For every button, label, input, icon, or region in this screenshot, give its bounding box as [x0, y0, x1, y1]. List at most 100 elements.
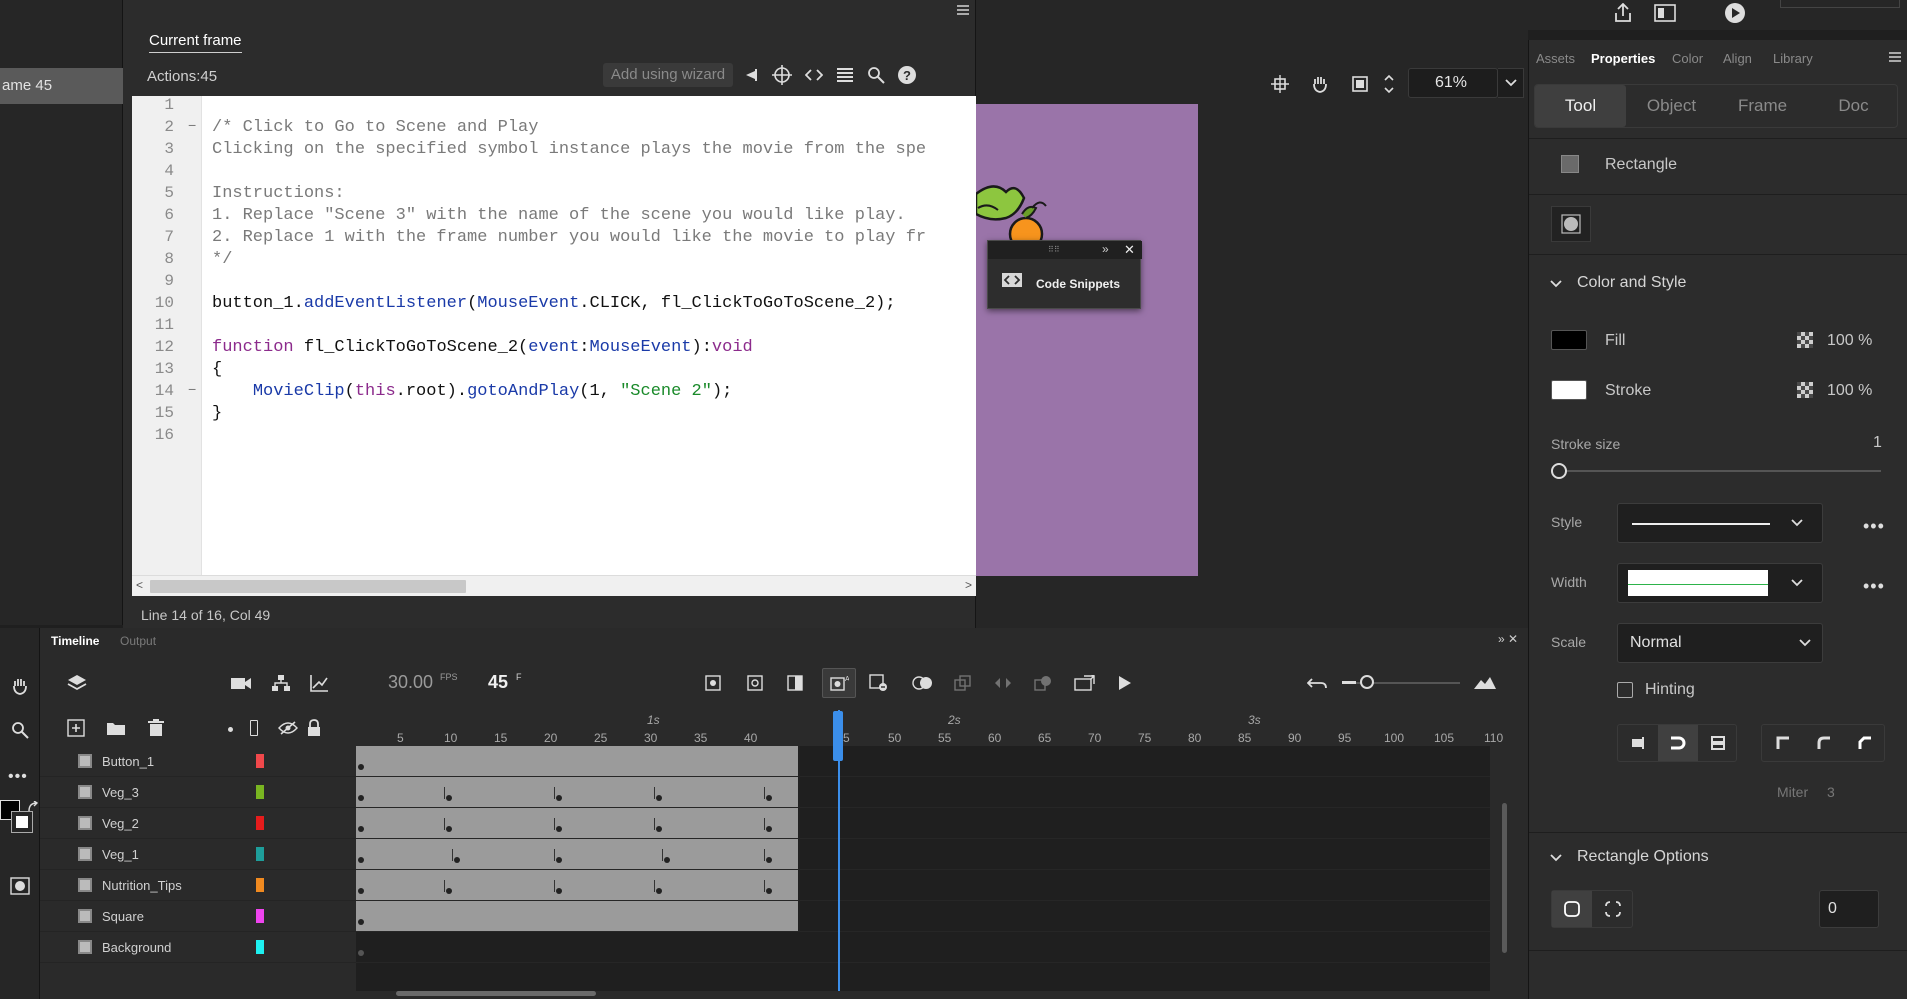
keyframe[interactable] [766, 888, 772, 894]
layer-row[interactable]: Veg_3 [40, 777, 356, 808]
snap-align-icon[interactable] [1268, 72, 1292, 96]
layer-row[interactable]: Veg_2 [40, 808, 356, 839]
onion-skin-icon[interactable] [6, 874, 34, 898]
expand-icon[interactable]: » [1102, 242, 1109, 256]
fill-color-swatch[interactable] [1551, 330, 1587, 350]
workspace-layout-icon[interactable] [1650, 0, 1680, 26]
hide-layers-eye-icon[interactable] [276, 718, 300, 738]
frame-row[interactable] [356, 870, 1490, 901]
loop-playback-icon[interactable] [1072, 672, 1098, 694]
keyframe[interactable] [446, 826, 452, 832]
clear-keyframe-icon[interactable] [866, 672, 892, 694]
frame-scale-slider-thumb[interactable] [1360, 675, 1374, 689]
timeline-horizontal-scrollbar[interactable] [396, 991, 596, 996]
format-code-icon[interactable] [832, 63, 858, 87]
object-drawing-mode-button[interactable] [1551, 206, 1591, 242]
panel-menu-icon[interactable] [1889, 52, 1901, 62]
single-corner-icon[interactable] [1552, 891, 1592, 927]
style-options-more-icon[interactable]: ••• [1863, 516, 1885, 537]
frame-grid[interactable]: 1s 2s 3s 5 10 15 20 25 30 35 40 5 50 55 … [356, 710, 1503, 991]
zoom-level-input[interactable]: 61% [1408, 68, 1498, 98]
scroll-left-icon[interactable]: < [136, 578, 143, 592]
stroke-color-chip[interactable] [11, 811, 33, 833]
frame-row[interactable] [356, 808, 1490, 839]
clip-canvas-icon[interactable] [1348, 72, 1372, 96]
frame-row[interactable] [356, 901, 1490, 932]
drag-grip-icon[interactable]: ⠿⠿ [1048, 245, 1060, 254]
tab-library[interactable]: Library [1773, 51, 1813, 66]
target-path-icon[interactable] [769, 63, 795, 87]
insert-blank-keyframe-icon[interactable] [742, 672, 768, 694]
hand-tool-icon[interactable] [1308, 72, 1332, 96]
stroke-alpha-value[interactable]: 100 % [1827, 382, 1872, 400]
layer-color-swatch[interactable] [256, 909, 264, 923]
graph-editor-icon[interactable] [306, 672, 332, 694]
keyframe[interactable] [358, 764, 364, 770]
segment-frame[interactable]: Frame [1717, 85, 1808, 127]
fold-marker-icon[interactable]: − [188, 383, 196, 399]
layer-row[interactable]: Nutrition_Tips [40, 870, 356, 901]
timeline-vertical-scrollbar[interactable] [1502, 803, 1507, 953]
stroke-style-dropdown[interactable] [1617, 503, 1823, 543]
stroke-width-dropdown[interactable] [1617, 563, 1823, 603]
current-frame-value[interactable]: 45 [488, 672, 508, 693]
keyframe[interactable] [454, 857, 460, 863]
auto-keyframe-icon[interactable]: A [822, 668, 856, 698]
frame-row[interactable] [356, 932, 1490, 963]
stroke-size-slider-thumb[interactable] [1551, 463, 1567, 479]
rectangle-options-title[interactable]: Rectangle Options [1577, 848, 1709, 866]
new-layer-icon[interactable] [64, 718, 88, 738]
tab-align[interactable]: Align [1723, 51, 1752, 66]
stage-canvas[interactable] [976, 104, 1198, 576]
shape-tween-icon[interactable] [1030, 672, 1056, 694]
outline-mode-icon[interactable] [250, 720, 258, 736]
playhead-handle[interactable] [833, 711, 843, 761]
cap-square-icon[interactable] [1698, 725, 1738, 761]
search-icon[interactable] [863, 63, 889, 87]
fit-frames-mountain-icon[interactable] [1470, 672, 1500, 694]
color-and-style-title[interactable]: Color and Style [1577, 274, 1686, 292]
swap-colors-icon[interactable] [26, 800, 40, 814]
stroke-size-slider-track[interactable] [1551, 470, 1881, 472]
frame-span[interactable] [356, 808, 800, 838]
keyframe[interactable] [664, 857, 670, 863]
keyframe[interactable] [358, 919, 364, 925]
frame-span[interactable] [356, 746, 800, 776]
cap-round-icon[interactable] [1658, 725, 1698, 761]
join-round-icon[interactable] [1803, 725, 1844, 761]
keyframe[interactable] [556, 888, 562, 894]
keyframe[interactable] [556, 795, 562, 801]
frame-row[interactable] [356, 839, 1490, 870]
onion-skin-toggle-icon[interactable] [910, 672, 936, 694]
frame-span[interactable] [356, 777, 800, 807]
keyframe[interactable] [656, 888, 662, 894]
keyframe[interactable] [556, 857, 562, 863]
code-snippets-floating-panel[interactable]: ⠿⠿ » ✕ Code Snippets [987, 240, 1142, 309]
layer-color-swatch[interactable] [256, 754, 264, 768]
layer-row[interactable]: Square [40, 901, 356, 932]
keyframe[interactable] [766, 795, 772, 801]
layer-color-swatch[interactable] [256, 785, 264, 799]
frame-ruler[interactable]: 1s 2s 3s 5 10 15 20 25 30 35 40 5 50 55 … [356, 710, 1503, 746]
scene-item-frame-45[interactable]: ame 45 [0, 68, 123, 104]
hand-tool-icon[interactable] [6, 672, 34, 700]
keyframe[interactable] [766, 826, 772, 832]
zoom-stepper-icon[interactable] [1380, 70, 1398, 98]
lock-layers-icon[interactable] [302, 718, 326, 738]
camera-icon[interactable] [228, 672, 254, 694]
width-options-more-icon[interactable]: ••• [1863, 576, 1885, 597]
delete-layer-trash-icon[interactable] [144, 718, 168, 738]
layer-color-swatch[interactable] [256, 816, 264, 830]
more-tools-icon[interactable]: ••• [8, 768, 28, 786]
window-controls[interactable] [1780, 0, 1900, 8]
hinting-checkbox[interactable] [1617, 682, 1633, 698]
test-movie-play-icon[interactable] [1720, 0, 1750, 26]
create-tween-icon[interactable] [990, 672, 1016, 694]
segment-tool[interactable]: Tool [1535, 85, 1626, 127]
new-folder-icon[interactable] [104, 718, 128, 738]
separate-corners-icon[interactable] [1592, 891, 1633, 927]
chevron-down-icon[interactable] [1549, 277, 1563, 291]
tab-current-frame[interactable]: Current frame [149, 32, 242, 53]
insert-frame-icon[interactable] [782, 672, 808, 694]
floating-panel-titlebar[interactable]: ⠿⠿ » ✕ [988, 241, 1142, 259]
